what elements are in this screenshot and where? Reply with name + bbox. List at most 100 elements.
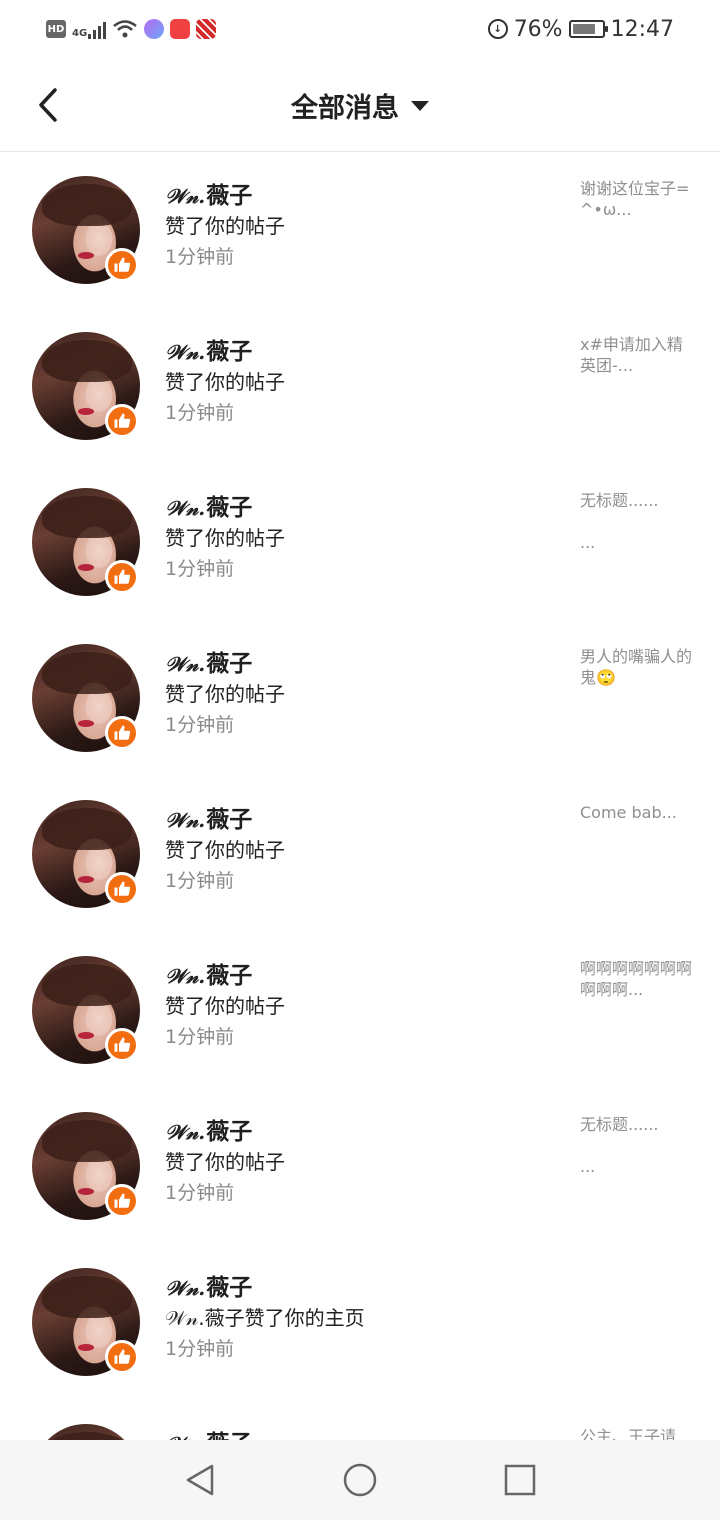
nav-recents-button[interactable] xyxy=(500,1460,540,1500)
message-action: 赞了你的帖子 xyxy=(165,214,285,238)
message-item[interactable]: 𝒲𝓃.薇子 赞了你的帖子 1分钟前 无标题...... ... xyxy=(0,464,720,620)
thumbs-up-glyph xyxy=(114,1193,131,1208)
post-preview[interactable]: 谢谢这位宝子=^•ω... xyxy=(580,178,692,220)
sender-name[interactable]: 𝒲𝓃.薇子 xyxy=(165,1268,252,1302)
sender-name-decoration: 𝒲𝓃. xyxy=(165,340,206,364)
message-time: 1分钟前 xyxy=(165,1182,235,1204)
sender-name-text: 薇子 xyxy=(206,182,253,209)
thumbs-up-icon xyxy=(105,404,139,438)
message-list[interactable]: 𝒲𝓃.薇子 赞了你的帖子 1分钟前 谢谢这位宝子=^•ω... 𝒲𝓃.薇子 赞了… xyxy=(0,152,720,1440)
post-preview[interactable]: 无标题...... ... xyxy=(580,1114,692,1177)
clock: 12:47 xyxy=(610,16,674,42)
system-navigation-bar xyxy=(0,1440,720,1520)
message-time: 1分钟前 xyxy=(165,1026,235,1048)
status-bar: HD 4G ↓ 76% 12:47 xyxy=(0,0,720,58)
sender-name-decoration: 𝒲𝓃. xyxy=(165,496,206,520)
avatar-hair xyxy=(42,184,132,226)
message-action: 赞了你的帖子 xyxy=(165,1150,285,1174)
battery-percent: 76% xyxy=(513,16,563,42)
avatar-lips xyxy=(78,876,94,883)
thumbs-up-glyph xyxy=(114,725,131,740)
sender-name[interactable]: 𝒲𝓃.薇子 xyxy=(165,800,252,834)
thumbs-up-icon xyxy=(105,1340,139,1374)
page-title: 全部消息 xyxy=(291,92,399,124)
message-time: 1分钟前 xyxy=(165,714,235,736)
toutiao-icon xyxy=(170,19,191,39)
avatar-lips xyxy=(78,252,94,259)
sender-name[interactable]: 𝒲𝓃.薇子 xyxy=(165,644,252,678)
message-time: 1分钟前 xyxy=(165,246,235,268)
app-icon xyxy=(196,19,217,39)
music-icon xyxy=(144,19,165,39)
nav-home-button[interactable] xyxy=(340,1460,380,1500)
avatar-hair xyxy=(42,1120,132,1162)
sender-name-text: 薇子 xyxy=(206,494,253,521)
wifi-icon xyxy=(113,20,137,38)
sender-name-text: 薇子 xyxy=(206,1118,253,1145)
avatar-lips xyxy=(78,720,94,727)
app-header: 全部消息 xyxy=(0,58,720,152)
sender-name-decoration: 𝒲𝓃. xyxy=(165,1432,205,1440)
thumbs-up-glyph xyxy=(114,413,131,428)
thumbs-up-glyph xyxy=(114,1037,131,1052)
thumbs-up-glyph xyxy=(114,1349,131,1364)
message-item[interactable]: 𝒲𝓃.薇子 赞了你的帖子 1分钟前 x#申请加入精英团-... xyxy=(0,308,720,464)
avatar[interactable] xyxy=(32,1424,140,1440)
hd-icon: HD xyxy=(46,20,66,38)
message-time: 1分钟前 xyxy=(165,1338,235,1360)
avatar-lips xyxy=(78,408,94,415)
avatar-lips xyxy=(78,1188,94,1195)
message-item[interactable]: 𝒲𝓃.薇子 赞了你的帖子 1分钟前 啊啊啊啊啊啊啊啊啊啊... xyxy=(0,932,720,1088)
post-preview[interactable]: 男人的嘴骗人的鬼🙄 xyxy=(580,646,692,688)
avatar-hair xyxy=(42,1276,132,1318)
avatar-lips xyxy=(78,564,94,571)
thumbs-up-icon xyxy=(105,1028,139,1062)
message-filter-dropdown[interactable]: 全部消息 xyxy=(0,58,720,152)
thumbs-up-icon xyxy=(105,248,139,282)
thumbs-up-glyph xyxy=(114,257,131,272)
thumbs-up-icon xyxy=(105,560,139,594)
sender-name[interactable]: 𝒲𝓃.薇子 xyxy=(165,1424,252,1440)
message-item[interactable]: 𝒲𝓃.薇子 赞了你的帖子 1分钟前 男人的嘴骗人的鬼🙄 xyxy=(0,620,720,776)
sender-name[interactable]: 𝒲𝓃.薇子 xyxy=(165,488,252,522)
avatar-hair xyxy=(42,496,132,538)
sender-name-text: 薇子 xyxy=(206,962,253,989)
message-item[interactable]: 𝒲𝓃.薇子 赞了你的帖子 1分钟前 Come bab... xyxy=(0,776,720,932)
message-item[interactable]: 𝒲𝓃.薇子 赞了你的帖子 1分钟前 谢谢这位宝子=^•ω... xyxy=(0,152,720,308)
sender-name[interactable]: 𝒲𝓃.薇子 xyxy=(165,176,252,210)
circle-home-icon xyxy=(343,1463,377,1497)
avatar-hair xyxy=(42,652,132,694)
sender-name[interactable]: 𝒲𝓃.薇子 xyxy=(165,332,252,366)
sender-name[interactable]: 𝒲𝓃.薇子 xyxy=(165,956,252,990)
message-item[interactable]: 𝒲𝓃.薇子 公主、王子请 xyxy=(0,1400,720,1440)
sender-name-decoration: 𝒲𝓃. xyxy=(165,964,206,988)
sender-name[interactable]: 𝒲𝓃.薇子 xyxy=(165,1112,252,1146)
sender-name-text: 薇子 xyxy=(206,650,253,677)
status-icons-left: HD 4G xyxy=(46,16,217,42)
message-action: 赞了你的帖子 xyxy=(165,838,285,862)
message-item[interactable]: 𝒲𝓃.薇子 赞了你的帖子 1分钟前 无标题...... ... xyxy=(0,1088,720,1244)
message-item[interactable]: 𝒲𝓃.薇子 𝒲𝓃.薇子赞了你的主页 1分钟前 xyxy=(0,1244,720,1400)
avatar-hair xyxy=(42,340,132,382)
thumbs-up-icon xyxy=(105,1184,139,1218)
post-preview[interactable]: 啊啊啊啊啊啊啊啊啊啊... xyxy=(580,958,692,1000)
post-preview[interactable]: x#申请加入精英团-... xyxy=(580,334,692,376)
signal-icon: 4G xyxy=(72,19,107,39)
sender-name-text: 薇子 xyxy=(206,1430,252,1440)
nav-back-button[interactable] xyxy=(180,1460,220,1500)
post-preview[interactable]: 无标题...... ... xyxy=(580,490,692,553)
message-action: 𝒲𝓃.薇子赞了你的主页 xyxy=(165,1306,365,1330)
thumbs-up-glyph xyxy=(114,881,131,896)
message-action: 赞了你的帖子 xyxy=(165,994,285,1018)
post-preview[interactable]: 公主、王子请 xyxy=(580,1426,692,1440)
data-saver-icon: ↓ xyxy=(487,19,508,39)
sender-name-decoration: 𝒲𝓃. xyxy=(165,808,206,832)
message-time: 1分钟前 xyxy=(165,870,235,892)
sender-name-text: 薇子 xyxy=(206,806,253,833)
sender-name-text: 薇子 xyxy=(206,338,253,365)
avatar-hair xyxy=(42,964,132,1006)
sender-name-decoration: 𝒲𝓃. xyxy=(165,184,206,208)
sender-name-decoration: 𝒲𝓃. xyxy=(165,1120,206,1144)
battery-icon xyxy=(568,20,608,38)
post-preview[interactable]: Come bab... xyxy=(580,802,692,823)
